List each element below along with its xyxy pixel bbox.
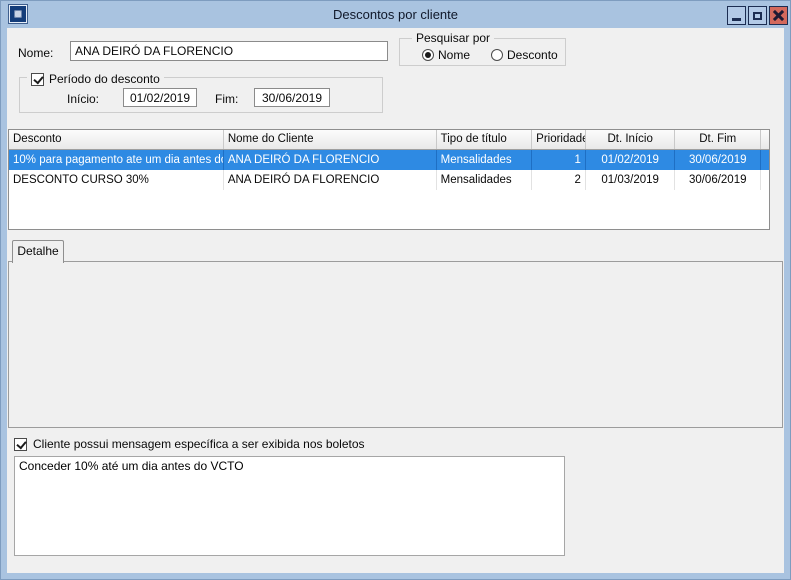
cell-dt-inicio: 01/02/2019 bbox=[586, 150, 676, 170]
message-checkbox-label: Cliente possui mensagem específica a ser… bbox=[33, 437, 365, 451]
close-icon bbox=[773, 10, 784, 21]
titlebar: Descontos por cliente bbox=[0, 0, 791, 28]
tab-detalhe[interactable]: Detalhe bbox=[12, 240, 64, 263]
period-inicio-label: Início: bbox=[67, 92, 99, 106]
radio-desconto[interactable]: Desconto bbox=[491, 48, 558, 62]
cell-prioridade: 2 bbox=[532, 170, 586, 190]
column-header-filler bbox=[761, 130, 769, 149]
close-button[interactable] bbox=[769, 6, 788, 25]
cell-filler bbox=[761, 170, 769, 190]
cell-dt-inicio: 01/03/2019 bbox=[586, 170, 676, 190]
detail-panel bbox=[8, 261, 783, 428]
cell-filler bbox=[761, 150, 769, 170]
search-by-groupbox: Pesquisar por Nome Desconto bbox=[399, 38, 566, 66]
minimize-icon bbox=[732, 18, 741, 21]
minimize-button[interactable] bbox=[727, 6, 746, 25]
cell-nome-cliente: ANA DEIRÓ DA FLORENCIO bbox=[224, 170, 437, 190]
message-checkbox[interactable] bbox=[14, 438, 27, 451]
radio-nome-label: Nome bbox=[438, 48, 470, 62]
radio-nome[interactable]: Nome bbox=[422, 48, 470, 62]
search-by-legend: Pesquisar por bbox=[412, 31, 494, 45]
cell-desconto: DESCONTO CURSO 30% bbox=[9, 170, 224, 190]
period-legend[interactable]: Período do desconto bbox=[27, 72, 164, 86]
maximize-icon bbox=[753, 12, 762, 20]
column-header-dt-fim[interactable]: Dt. Fim bbox=[675, 130, 761, 149]
window-title: Descontos por cliente bbox=[0, 7, 791, 22]
table-row[interactable]: 10% para pagamento ate um dia antes do A… bbox=[9, 150, 769, 170]
column-header-prioridade[interactable]: Prioridade bbox=[532, 130, 586, 149]
column-header-nome-cliente[interactable]: Nome do Cliente bbox=[224, 130, 437, 149]
radio-nome-icon bbox=[422, 49, 434, 61]
maximize-button[interactable] bbox=[748, 6, 767, 25]
period-fim-input[interactable] bbox=[254, 88, 330, 107]
table-row[interactable]: DESCONTO CURSO 30% ANA DEIRÓ DA FLORENCI… bbox=[9, 170, 769, 190]
column-header-dt-inicio[interactable]: Dt. Início bbox=[586, 130, 676, 149]
message-textarea[interactable]: Conceder 10% até um dia antes do VCTO bbox=[14, 456, 565, 556]
cell-tipo-titulo: Mensalidades bbox=[437, 150, 533, 170]
column-header-tipo-titulo[interactable]: Tipo de título bbox=[437, 130, 533, 149]
period-fim-label: Fim: bbox=[215, 92, 238, 106]
column-header-desconto[interactable]: Desconto bbox=[9, 130, 224, 149]
cell-desconto: 10% para pagamento ate um dia antes do bbox=[9, 150, 224, 170]
table-header: Desconto Nome do Cliente Tipo de título … bbox=[9, 130, 769, 150]
cell-dt-fim: 30/06/2019 bbox=[675, 170, 761, 190]
discounts-table: Desconto Nome do Cliente Tipo de título … bbox=[8, 129, 770, 230]
window: Descontos por cliente Nome: Pesquisar po… bbox=[0, 0, 791, 580]
name-label: Nome: bbox=[18, 46, 53, 60]
period-inicio-input[interactable] bbox=[123, 88, 197, 107]
name-input[interactable] bbox=[70, 41, 388, 61]
message-checkbox-row[interactable]: Cliente possui mensagem específica a ser… bbox=[14, 437, 365, 451]
window-controls bbox=[727, 6, 788, 25]
cell-prioridade: 1 bbox=[532, 150, 586, 170]
period-checkbox-label: Período do desconto bbox=[49, 72, 160, 86]
cell-tipo-titulo: Mensalidades bbox=[437, 170, 533, 190]
cell-nome-cliente: ANA DEIRÓ DA FLORENCIO bbox=[224, 150, 437, 170]
cell-dt-fim: 30/06/2019 bbox=[675, 150, 761, 170]
period-checkbox[interactable] bbox=[31, 73, 44, 86]
radio-desconto-icon bbox=[491, 49, 503, 61]
radio-desconto-label: Desconto bbox=[507, 48, 558, 62]
